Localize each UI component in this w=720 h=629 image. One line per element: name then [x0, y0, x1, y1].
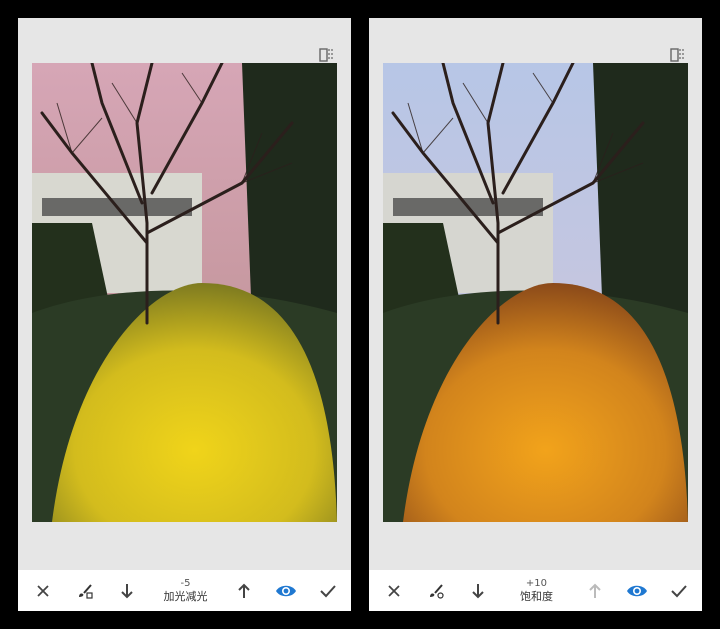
adjustment-label: 加光减光 [163, 590, 208, 603]
check-icon[interactable] [668, 580, 690, 602]
arrow-up-icon[interactable] [233, 580, 255, 602]
photo-preview[interactable] [383, 63, 688, 522]
compare-icon[interactable] [319, 47, 337, 63]
eye-icon[interactable] [626, 580, 648, 602]
adjustment-readout: -5 加光减光 [157, 578, 213, 603]
close-icon[interactable] [32, 580, 54, 602]
photo-preview[interactable] [32, 63, 337, 522]
check-icon[interactable] [317, 580, 339, 602]
bottom-toolbar: -5 加光减光 [18, 570, 351, 611]
adjustment-value: +10 [525, 578, 548, 589]
arrow-down-icon[interactable] [467, 580, 489, 602]
close-icon[interactable] [383, 580, 405, 602]
eye-icon[interactable] [275, 580, 297, 602]
brush-icon[interactable] [74, 580, 96, 602]
arrow-up-icon[interactable] [584, 580, 606, 602]
brush-icon[interactable] [425, 580, 447, 602]
adjustment-label: 饱和度 [519, 590, 553, 603]
bottom-toolbar: +10 饱和度 [369, 570, 702, 611]
compare-icon[interactable] [670, 47, 688, 63]
adjustment-readout: +10 饱和度 [508, 578, 564, 603]
editor-panel-left: -5 加光减光 [18, 18, 351, 611]
editor-panel-right: +10 饱和度 [369, 18, 702, 611]
arrow-down-icon[interactable] [116, 580, 138, 602]
adjustment-value: -5 [180, 578, 191, 589]
